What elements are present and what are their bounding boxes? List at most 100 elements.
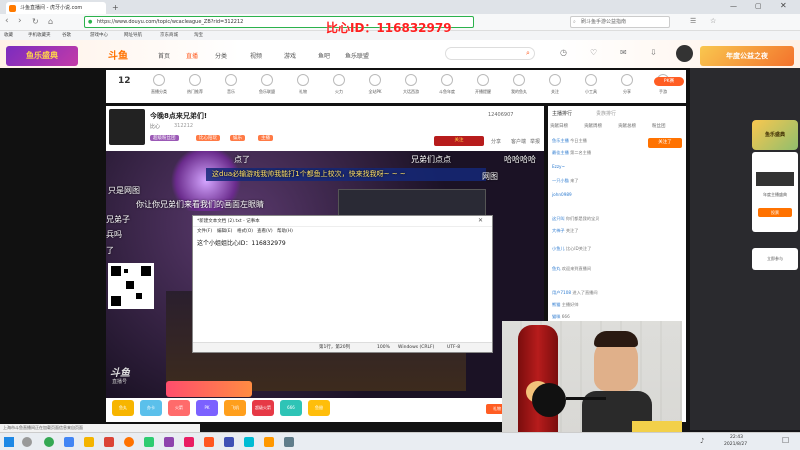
gift-item[interactable]: 鱼翅: [308, 400, 330, 416]
nav-home[interactable]: 首页: [158, 51, 170, 60]
new-tab-icon[interactable]: +: [112, 3, 119, 12]
app-icon[interactable]: [264, 437, 274, 447]
app-icon[interactable]: [204, 437, 214, 447]
category-item[interactable]: 分享: [614, 74, 640, 95]
category-item[interactable]: 全站PK: [362, 74, 388, 95]
menu-item[interactable]: 查看(V): [257, 228, 273, 234]
nav-union[interactable]: 鱼乐联盟: [345, 51, 369, 60]
category-item[interactable]: 斗鱼年度: [434, 74, 460, 95]
gift-item[interactable]: 火箭: [168, 400, 190, 416]
notification-icon[interactable]: ☐: [782, 436, 789, 445]
share-button[interactable]: 分享: [491, 138, 501, 145]
nav-yuba[interactable]: 鱼吧: [318, 51, 330, 60]
rank-tab[interactable]: 粉丝团: [652, 123, 666, 129]
search-taskbar-icon[interactable]: [22, 437, 32, 447]
promo-banner[interactable]: 鱼乐盛典: [6, 46, 78, 66]
rank-tab[interactable]: 贡献周榜: [584, 123, 602, 129]
follow-button[interactable]: 关注: [434, 136, 484, 146]
user-avatar[interactable]: [676, 45, 693, 62]
app-icon[interactable]: [184, 437, 194, 447]
promo-popup[interactable]: [166, 381, 252, 397]
fan-badge[interactable]: 超级粉丝团: [150, 135, 179, 141]
category-item[interactable]: 鱼乐联盟: [254, 74, 280, 95]
douyu-logo[interactable]: 斗鱼: [108, 47, 128, 62]
streamer-avatar[interactable]: [109, 109, 145, 145]
rank-tab[interactable]: 贡献总榜: [618, 123, 636, 129]
category-item[interactable]: 开播提醒: [470, 74, 496, 95]
category-item[interactable]: 小工具: [578, 74, 604, 95]
gift-item[interactable]: 超级火箭: [252, 400, 274, 416]
nav-game[interactable]: 游戏: [284, 51, 296, 60]
minimize-icon[interactable]: —: [730, 2, 737, 10]
bookmark-item[interactable]: 网址导航: [124, 31, 142, 40]
category-item[interactable]: 直播分类: [146, 74, 172, 95]
nav-video[interactable]: 视频: [250, 51, 262, 60]
app-icon[interactable]: [104, 437, 114, 447]
menu-item[interactable]: 格式(O): [237, 228, 253, 234]
join-button[interactable]: 关注了: [648, 138, 682, 148]
douyu-taskbar-icon[interactable]: [124, 437, 134, 447]
forward-icon[interactable]: ›: [18, 16, 22, 26]
rank-tab[interactable]: 贡献日榜: [550, 123, 568, 129]
follow-icon[interactable]: ♡: [590, 48, 597, 57]
close-icon[interactable]: ✕: [780, 1, 787, 10]
report-button[interactable]: 举报: [530, 138, 540, 145]
back-icon[interactable]: ‹: [5, 16, 9, 26]
bookmark-item[interactable]: 游戏中心: [90, 31, 108, 40]
app-icon[interactable]: [64, 437, 74, 447]
volume-icon[interactable]: ♪: [700, 437, 704, 445]
category-item[interactable]: 热门推荐: [182, 74, 208, 95]
category-item[interactable]: 火力: [326, 74, 352, 95]
promo-right-banner[interactable]: 年度公益之夜: [700, 46, 794, 66]
bookmark-item[interactable]: 京东商城: [160, 31, 178, 40]
message-icon[interactable]: ✉: [620, 48, 627, 57]
notepad-content[interactable]: 这个小姐姐比心ID：116832979: [197, 238, 286, 247]
wechat-icon[interactable]: [144, 437, 154, 447]
bookmark-item[interactable]: 手机收藏夹: [28, 31, 51, 40]
pk-button[interactable]: PK赛: [654, 77, 684, 86]
app-icon[interactable]: [224, 437, 234, 447]
site-search-input[interactable]: [445, 47, 535, 60]
gift-item[interactable]: 666: [280, 400, 302, 416]
side-cta[interactable]: 立即参与: [752, 248, 798, 270]
reload-icon[interactable]: ↻: [32, 17, 39, 26]
gift-item[interactable]: PK: [196, 400, 218, 416]
notepad-taskbar-icon[interactable]: [284, 437, 294, 447]
gift-item[interactable]: 办卡: [140, 400, 162, 416]
bookmark-item[interactable]: 谷歌: [62, 31, 71, 40]
room-tag[interactable]: 娱乐: [230, 135, 245, 141]
menu-item[interactable]: 帮助(H): [277, 228, 293, 234]
chat-tab[interactable]: 主播排行: [552, 110, 572, 117]
chat-tab[interactable]: 贵族排行: [596, 110, 616, 117]
home-icon[interactable]: ⌂: [48, 17, 53, 26]
chrome-icon[interactable]: [44, 437, 54, 447]
browser-tab[interactable]: 斗鱼直播间 - 虎牙小说.com: [6, 2, 106, 14]
category-item[interactable]: 音乐: [218, 74, 244, 95]
app-icon[interactable]: [244, 437, 254, 447]
category-item[interactable]: 礼物: [290, 74, 316, 95]
room-tag[interactable]: 比心陪玩: [196, 135, 220, 141]
room-tag[interactable]: 主播: [258, 135, 273, 141]
star-icon[interactable]: ☆: [710, 17, 716, 25]
client-button[interactable]: 客户端: [511, 138, 526, 145]
bookmark-item[interactable]: 淘宝: [194, 31, 203, 40]
notepad-close-icon[interactable]: ✕: [478, 217, 483, 224]
side-ranking-card[interactable]: 年度主播盛典 投票: [752, 152, 798, 232]
gift-item[interactable]: 飞机: [224, 400, 246, 416]
app-icon[interactable]: [164, 437, 174, 447]
category-item[interactable]: 大话西游: [398, 74, 424, 95]
notepad-titlebar[interactable]: *新建文本文档 (2).txt - 记事本 ✕: [193, 216, 492, 227]
site-search-icon[interactable]: ⌕: [526, 49, 530, 58]
bookmark-item[interactable]: 收藏: [4, 31, 13, 40]
folder-icon[interactable]: [84, 437, 94, 447]
streamer-name[interactable]: 比心: [150, 123, 160, 130]
nav-category[interactable]: 分类: [215, 51, 227, 60]
search-input[interactable]: ⌕ 刷斗鱼手游公益指南: [570, 16, 670, 28]
category-item[interactable]: 关注: [542, 74, 568, 95]
gift-item[interactable]: 鱼丸: [112, 400, 134, 416]
download-icon[interactable]: ⇩: [650, 48, 657, 57]
maximize-icon[interactable]: ▢: [755, 2, 762, 10]
menu-item[interactable]: 编辑(E): [217, 228, 232, 234]
nav-live[interactable]: 直播: [186, 51, 198, 60]
history-icon[interactable]: ◷: [560, 48, 567, 57]
